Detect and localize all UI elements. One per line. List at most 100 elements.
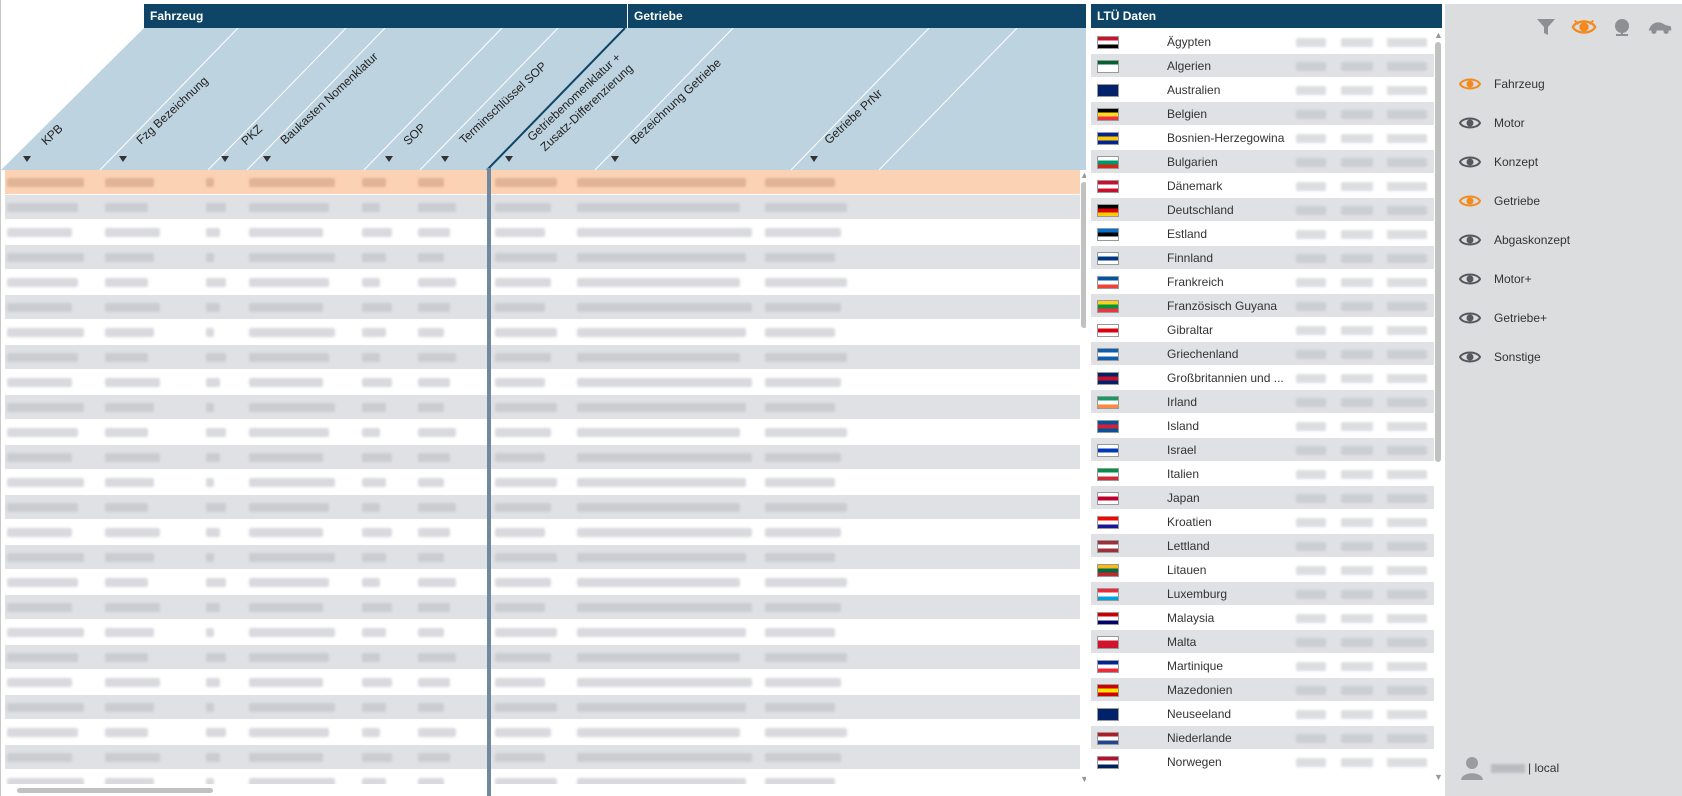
table-row[interactable]: [5, 295, 1080, 320]
country-row[interactable]: Neuseeland: [1091, 702, 1434, 726]
country-row[interactable]: Bulgarien: [1091, 150, 1434, 174]
country-row[interactable]: Algerien: [1091, 54, 1434, 78]
table-row[interactable]: [5, 620, 1080, 645]
table-row[interactable]: [5, 495, 1080, 520]
country-name: Japan: [1167, 491, 1200, 505]
sort-arrow-icon[interactable]: [119, 156, 127, 162]
table-row[interactable]: [5, 395, 1080, 420]
country-row[interactable]: Italien: [1091, 462, 1434, 486]
view-item-getriebe[interactable]: Getriebe: [1459, 181, 1570, 220]
country-row[interactable]: Frankreich: [1091, 270, 1434, 294]
ltu-value: [1296, 566, 1326, 575]
country-row[interactable]: Gibraltar: [1091, 318, 1434, 342]
table-cell: [418, 278, 456, 287]
country-row[interactable]: Malta: [1091, 630, 1434, 654]
table-row[interactable]: [5, 770, 1080, 784]
scrollbar-thumb[interactable]: [17, 788, 213, 793]
eye-icon[interactable]: [1571, 14, 1597, 40]
country-row[interactable]: Belgien: [1091, 102, 1434, 126]
country-row[interactable]: Luxemburg: [1091, 582, 1434, 606]
country-row[interactable]: Martinique: [1091, 654, 1434, 678]
table-row[interactable]: [5, 670, 1080, 695]
table-row[interactable]: [5, 520, 1080, 545]
table-row[interactable]: [5, 220, 1080, 245]
view-item-konzept[interactable]: Konzept: [1459, 142, 1570, 181]
sort-arrow-icon[interactable]: [505, 156, 513, 162]
country-row[interactable]: Griechenland: [1091, 342, 1434, 366]
sort-arrow-icon[interactable]: [263, 156, 271, 162]
eye-icon: [1459, 351, 1481, 362]
sort-arrow-icon[interactable]: [611, 156, 619, 162]
ltu-value: [1296, 686, 1326, 695]
table-cell: [418, 703, 444, 712]
grid-vertical-scrollbar[interactable]: ▲ ▼: [1080, 170, 1086, 784]
country-row[interactable]: Israel: [1091, 438, 1434, 462]
frozen-column-divider[interactable]: [487, 168, 491, 796]
country-row[interactable]: Norwegen: [1091, 750, 1434, 774]
table-row[interactable]: [5, 320, 1080, 345]
sort-arrow-icon[interactable]: [810, 156, 818, 162]
view-item-motor-plus[interactable]: Motor+: [1459, 259, 1570, 298]
view-item-fahrzeug[interactable]: Fahrzeug: [1459, 64, 1570, 103]
country-row[interactable]: Japan: [1091, 486, 1434, 510]
table-row[interactable]: [5, 170, 1080, 195]
country-row[interactable]: Lettland: [1091, 534, 1434, 558]
ltu-value: [1296, 758, 1326, 767]
table-cell: [495, 678, 545, 687]
view-item-abgaskonzept[interactable]: Abgaskonzept: [1459, 220, 1570, 259]
table-cell: [362, 453, 392, 462]
table-row[interactable]: [5, 270, 1080, 295]
table-row[interactable]: [5, 470, 1080, 495]
car-icon[interactable]: [1647, 14, 1673, 40]
table-row[interactable]: [5, 420, 1080, 445]
country-row[interactable]: Französisch Guyana: [1091, 294, 1434, 318]
table-cell: [249, 728, 329, 737]
table-row[interactable]: [5, 595, 1080, 620]
table-row[interactable]: [5, 745, 1080, 770]
country-row[interactable]: Kroatien: [1091, 510, 1434, 534]
table-row[interactable]: [5, 195, 1080, 220]
table-cell: [577, 503, 740, 512]
grid-horizontal-scrollbar[interactable]: [5, 784, 1080, 796]
country-row[interactable]: Bosnien-Herzegowina: [1091, 126, 1434, 150]
country-row[interactable]: Litauen: [1091, 558, 1434, 582]
country-row[interactable]: Finnland: [1091, 246, 1434, 270]
table-row[interactable]: [5, 570, 1080, 595]
country-row[interactable]: Australien: [1091, 78, 1434, 102]
sort-arrow-icon[interactable]: [221, 156, 229, 162]
country-row[interactable]: Dänemark: [1091, 174, 1434, 198]
view-item-getriebe-plus[interactable]: Getriebe+: [1459, 298, 1570, 337]
table-row[interactable]: [5, 695, 1080, 720]
table-cell: [418, 528, 450, 537]
country-row[interactable]: Niederlande: [1091, 726, 1434, 750]
country-row[interactable]: Großbritannien und ...: [1091, 366, 1434, 390]
table-row[interactable]: [5, 345, 1080, 370]
table-row[interactable]: [5, 720, 1080, 745]
country-row[interactable]: Island: [1091, 414, 1434, 438]
table-row[interactable]: [5, 445, 1080, 470]
sort-arrow-icon[interactable]: [385, 156, 393, 162]
country-row[interactable]: Estland: [1091, 222, 1434, 246]
ltu-vertical-scrollbar[interactable]: ▲ ▼: [1434, 30, 1442, 796]
table-row[interactable]: [5, 645, 1080, 670]
country-row[interactable]: Malaysia: [1091, 606, 1434, 630]
table-row[interactable]: [5, 370, 1080, 395]
table-cell: [105, 303, 160, 312]
country-row[interactable]: Mazedonien: [1091, 678, 1434, 702]
country-row[interactable]: Deutschland: [1091, 198, 1434, 222]
view-item-sonstige[interactable]: Sonstige: [1459, 337, 1570, 376]
table-row[interactable]: [5, 545, 1080, 570]
ltu-value: [1296, 662, 1326, 671]
table-cell: [206, 403, 214, 412]
filter-icon[interactable]: [1533, 14, 1559, 40]
scrollbar-thumb[interactable]: [1081, 182, 1086, 328]
globe-icon[interactable]: [1609, 14, 1635, 40]
country-row[interactable]: Irland: [1091, 390, 1434, 414]
sort-arrow-icon[interactable]: [441, 156, 449, 162]
table-row[interactable]: [5, 245, 1080, 270]
sort-arrow-icon[interactable]: [23, 156, 31, 162]
ltu-value: [1296, 350, 1326, 359]
country-row[interactable]: Ägypten: [1091, 30, 1434, 54]
view-item-motor[interactable]: Motor: [1459, 103, 1570, 142]
scrollbar-thumb[interactable]: [1435, 42, 1441, 462]
